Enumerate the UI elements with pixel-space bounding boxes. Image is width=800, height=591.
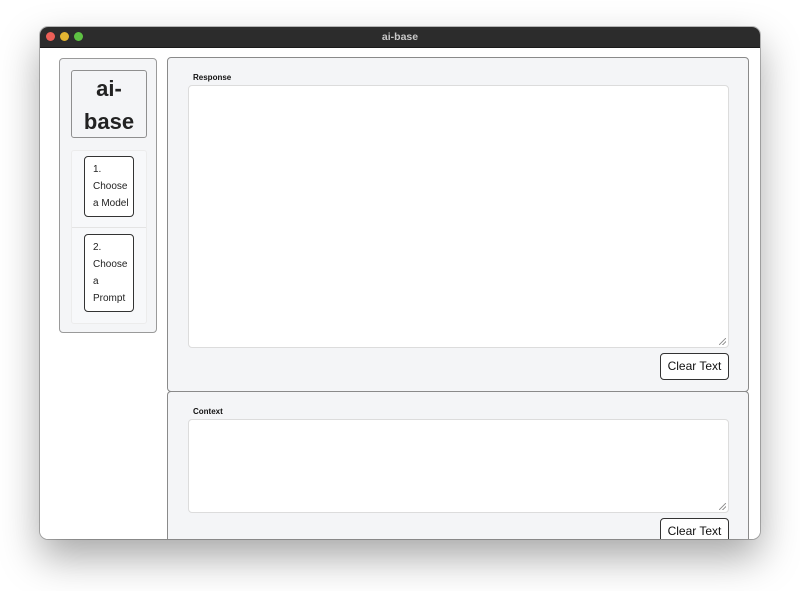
step-label-line: 2. [93, 242, 102, 253]
choose-model-button[interactable]: 1. Choose a Model [84, 156, 134, 217]
window-title: ai-base [381, 31, 419, 43]
context-textarea[interactable] [188, 419, 729, 513]
step-label-line: a [93, 276, 99, 287]
response-panel: Response Clear Text [167, 57, 749, 392]
step-divider [72, 227, 146, 228]
steps-list: 1. Choose a Model 2. Choose a Prompt [71, 150, 147, 324]
context-panel: Context Clear Text [167, 391, 749, 539]
step-label-line: Prompt [93, 293, 126, 304]
title-bar[interactable]: ai-base [40, 27, 760, 48]
app-logo-line-1: ai- [96, 76, 122, 101]
clear-context-button[interactable]: Clear Text [660, 518, 729, 539]
app-logo-line-2: base [83, 109, 135, 134]
app-logo: ai- base [71, 70, 147, 138]
sidebar: ai- base 1. Choose a Model 2. Choose a P… [59, 58, 157, 333]
choose-prompt-button[interactable]: 2. Choose a Prompt [84, 234, 134, 312]
step-label-line: a Model [93, 198, 129, 209]
step-label-line: 1. [93, 164, 102, 175]
step-label-line: Choose [93, 259, 128, 270]
resize-grip-icon[interactable] [719, 503, 726, 510]
response-label: Response [193, 73, 232, 82]
context-label: Context [193, 407, 223, 416]
app-content: ai- base 1. Choose a Model 2. Choose a P… [40, 48, 760, 539]
step-label-line: Choose [93, 181, 128, 192]
resize-grip-icon[interactable] [719, 338, 726, 345]
app-window: ai-base ai- base 1. Choose a Model 2. Ch… [40, 27, 760, 539]
clear-response-button[interactable]: Clear Text [660, 353, 729, 380]
response-textarea[interactable] [188, 85, 729, 348]
